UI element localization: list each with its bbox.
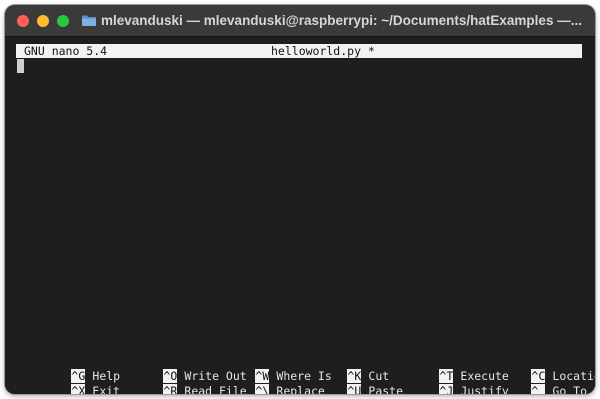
maximize-button[interactable] (57, 15, 69, 27)
terminal-content[interactable]: GNU nano 5.4 helloworld.py * ^G Help ^O Wr… (5, 37, 595, 394)
shortcut-label: Go To Line (552, 384, 595, 394)
shortcut-key: ^R (163, 384, 178, 394)
shortcut-help[interactable]: ^G Help (16, 355, 120, 383)
shortcut-key: ^X (71, 384, 86, 394)
nano-shortcut-bar: ^G Help ^O Write Out ^W Where Is ^K Cut ^T Ex… (16, 355, 595, 394)
shortcut-go-to-line[interactable]: ^_ Go To Line (476, 370, 595, 394)
shortcut-cut[interactable]: ^K Cut (292, 355, 389, 383)
close-button[interactable] (17, 15, 29, 27)
shortcut-key: ^J (439, 384, 454, 394)
folder-icon (82, 15, 96, 26)
shortcut-key: ^_ (531, 384, 546, 394)
nano-header-bar: GNU nano 5.4 helloworld.py * (16, 44, 582, 58)
nano-filename: helloworld.py * (271, 44, 375, 58)
text-cursor (17, 59, 24, 73)
nano-version: GNU nano 5.4 (24, 44, 108, 58)
shortcut-exit[interactable]: ^X Exit (16, 370, 120, 394)
shortcut-location[interactable]: ^CLocation (476, 355, 595, 383)
shortcut-key: ^\ (255, 384, 270, 394)
minimize-button[interactable] (37, 15, 49, 27)
window-title: mlevanduski — mlevanduski@raspberrypi: ~… (101, 13, 582, 28)
title-bar[interactable]: mlevanduski — mlevanduski@raspberrypi: ~… (5, 5, 595, 37)
shortcut-key: ^U (347, 384, 362, 394)
terminal-window: mlevanduski — mlevanduski@raspberrypi: ~… (5, 5, 595, 394)
